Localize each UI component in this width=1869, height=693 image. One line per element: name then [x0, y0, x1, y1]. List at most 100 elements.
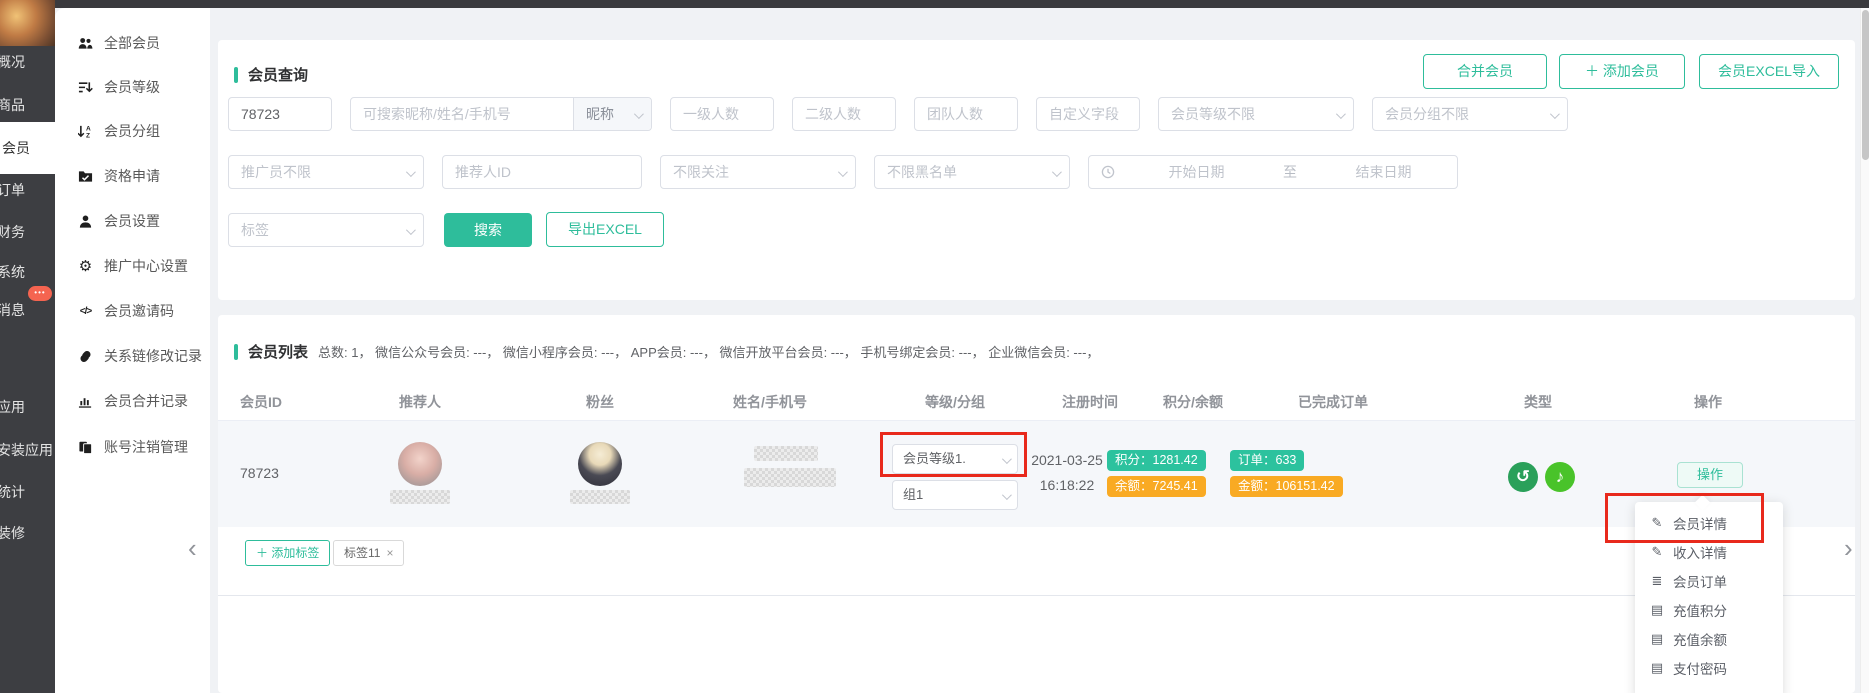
file-copy-icon — [77, 439, 94, 455]
scroll-left-arrow[interactable]: ‹ — [188, 538, 197, 558]
sidebar-item-members-active[interactable]: 会员 — [0, 122, 55, 174]
custom-field-input[interactable]: 自定义字段 — [1036, 97, 1140, 131]
sidebar-item-member-levels[interactable]: 会员等级 — [77, 77, 160, 97]
sidebar-item-qualification[interactable]: 资格申请 — [77, 166, 160, 186]
tag-filter-select[interactable]: 标签 — [228, 213, 424, 247]
chevron-down-icon — [838, 167, 848, 177]
fans-avatar[interactable] — [578, 442, 622, 486]
points-badge: 积分：1281.42 — [1107, 450, 1206, 471]
topbar-item[interactable]: ✚指商 — [289, 0, 331, 8]
sidebar-item-messages[interactable]: 消息 — [0, 300, 25, 320]
sidebar-item-statistics[interactable]: 统计 — [0, 482, 25, 502]
topbar-item[interactable]: ⊞门店+收银台 — [873, 0, 962, 8]
start-date-field[interactable]: 开始日期 — [1123, 162, 1270, 182]
sidebar-item-overview[interactable]: 概况 — [0, 52, 25, 72]
scroll-right-arrow[interactable]: › — [1844, 538, 1853, 558]
topbar-item[interactable]: ✦充值的 — [670, 0, 725, 8]
topbar-item[interactable]: ◆小程序 — [467, 0, 521, 8]
level2-count-input[interactable]: 二级人数 — [792, 97, 896, 131]
annotation-box-level-select — [880, 432, 1027, 477]
menu-item-recharge-points[interactable]: ▤充值积分 — [1635, 595, 1783, 624]
menu-item-recharge-balance[interactable]: ▤充值余额 — [1635, 624, 1783, 653]
sidebar-item-apps[interactable]: 应用 — [0, 397, 25, 417]
member-group-select[interactable]: 组1 — [892, 480, 1018, 510]
sidebar-item-member-settings[interactable]: 会员设置 — [77, 211, 160, 231]
sidebar-item-account-cancellation[interactable]: 账号注销管理 — [77, 437, 188, 457]
svg-text:A: A — [86, 125, 91, 132]
sidebar-item-label: 资格申请 — [104, 166, 160, 186]
sidebar-item-system[interactable]: 系统 — [0, 262, 25, 282]
topbar-item[interactable]: ▣微社区 — [371, 0, 427, 8]
menu-item-member-orders[interactable]: ≣会员订单 — [1635, 566, 1783, 595]
svg-text:Z: Z — [86, 132, 90, 138]
member-level-filter-select[interactable]: 会员等级不限 — [1158, 97, 1354, 131]
users-icon — [77, 35, 94, 51]
section-accent-bar — [234, 67, 238, 83]
sidebar-item-orders[interactable]: 订单 — [0, 180, 25, 200]
topbar-item[interactable]: ≡视频直播 — [1123, 0, 1188, 8]
promoter-filter-select[interactable]: 推广员不限 — [228, 155, 424, 189]
sidebar-item-decoration[interactable]: 装修 — [0, 523, 25, 543]
code-icon: </> — [77, 303, 94, 319]
topbar-item[interactable]: ☰新客发变 — [561, 0, 630, 8]
team-count-input[interactable]: 团队人数 — [914, 97, 1018, 131]
sidebar-item-label: 全部会员 — [104, 33, 160, 53]
bar-chart-icon — [77, 393, 94, 409]
sidebar-item-invite-code[interactable]: </> 会员邀请码 — [77, 301, 174, 321]
sidebar-item-merge-log[interactable]: 会员合并记录 — [77, 391, 188, 411]
clock-icon — [1101, 165, 1115, 179]
scrollbar-thumb[interactable] — [1862, 10, 1869, 160]
folder-check-icon — [77, 168, 94, 184]
list-panel-title: 会员列表 — [248, 341, 308, 362]
topbar-item-icon: ○ — [197, 0, 204, 8]
sidebar-item-label: 会员设置 — [104, 211, 160, 231]
topbar-item-icon: ▶ — [765, 0, 774, 8]
topbar-item[interactable]: ▶招商活动 — [765, 0, 832, 8]
sidebar-item-all-members[interactable]: 全部会员 — [77, 33, 160, 53]
query-panel-title: 会员查询 — [248, 64, 308, 85]
topbar-item[interactable]: ○充值的 — [197, 0, 249, 8]
sidebar-item-promotion-settings[interactable]: ⚙ 推广中心设置 — [77, 256, 188, 276]
member-submenu: 全部会员 会员等级 AZ 会员分组 资格申请 会员设置 ⚙ 推广中心设置 </>… — [55, 8, 210, 693]
tag-chip[interactable]: 标签11× — [333, 540, 404, 566]
sidebar-item-label: 会员邀请码 — [104, 301, 174, 321]
row-actions-button[interactable]: 操作 — [1677, 462, 1743, 488]
sidebar-item-relation-log[interactable]: 关系链修改记录 — [77, 346, 202, 366]
search-button[interactable]: 搜索 — [444, 213, 532, 247]
member-stats-summary: 总数: 1， 微信公众号会员: ---， 微信小程序会员: ---， APP会员… — [318, 342, 1099, 361]
end-date-field[interactable]: 结束日期 — [1310, 162, 1457, 182]
section-accent-bar — [234, 344, 238, 360]
avatar[interactable] — [0, 0, 55, 46]
topbar-item-icon: ◆ — [467, 0, 476, 8]
sidebar-item-install-apps[interactable]: 安装应用 — [0, 440, 53, 460]
member-group-filter-select[interactable]: 会员分组不限 — [1372, 97, 1568, 131]
date-range-picker[interactable]: 开始日期 至 结束日期 — [1088, 155, 1458, 189]
topbar-item[interactable]: ◉云库存商品 — [75, 0, 157, 8]
topbar-item[interactable]: ⚙快递单管理 — [1001, 0, 1083, 8]
add-tag-button[interactable]: ＋ 添加标签 — [245, 540, 330, 566]
chevron-down-icon — [406, 225, 416, 235]
merge-members-button[interactable]: 合并会员 — [1423, 54, 1547, 89]
blacklist-filter-select[interactable]: 不限黑名单 — [874, 155, 1070, 189]
level1-count-input[interactable]: 一级人数 — [670, 97, 774, 131]
sidebar-item-member-groups[interactable]: AZ 会员分组 — [77, 121, 160, 141]
keyword-search-combo: 可搜索昵称/姓名/手机号 昵称 — [350, 97, 652, 131]
topbar-item-icon: ⊞ — [873, 0, 883, 8]
balance-badge: 余额：7245.41 — [1107, 476, 1206, 497]
keyword-search-input[interactable]: 可搜索昵称/姓名/手机号 — [351, 98, 573, 130]
sidebar-item-goods[interactable]: 商品 — [0, 95, 25, 115]
remove-tag-icon[interactable]: × — [386, 546, 393, 560]
sidebar-item-finance[interactable]: 财务 — [0, 222, 25, 242]
follow-filter-select[interactable]: 不限关注 — [660, 155, 856, 189]
keyword-type-select[interactable]: 昵称 — [573, 98, 651, 130]
vertical-scrollbar[interactable] — [1860, 8, 1869, 693]
member-excel-import-button[interactable]: 会员EXCEL导入 — [1699, 54, 1839, 89]
member-id-value: 78723 — [240, 465, 279, 481]
referrer-id-input[interactable]: 推荐人ID — [442, 155, 642, 189]
member-id-input[interactable]: 78723 — [228, 97, 332, 131]
add-member-button[interactable]: ＋ 添加会员 — [1559, 54, 1685, 89]
menu-item-payment-password[interactable]: ▤支付密码 — [1635, 653, 1783, 682]
export-excel-button[interactable]: 导出EXCEL — [546, 212, 664, 247]
sidebar-item-label: 会员等级 — [104, 77, 160, 97]
referrer-avatar[interactable] — [398, 442, 442, 486]
